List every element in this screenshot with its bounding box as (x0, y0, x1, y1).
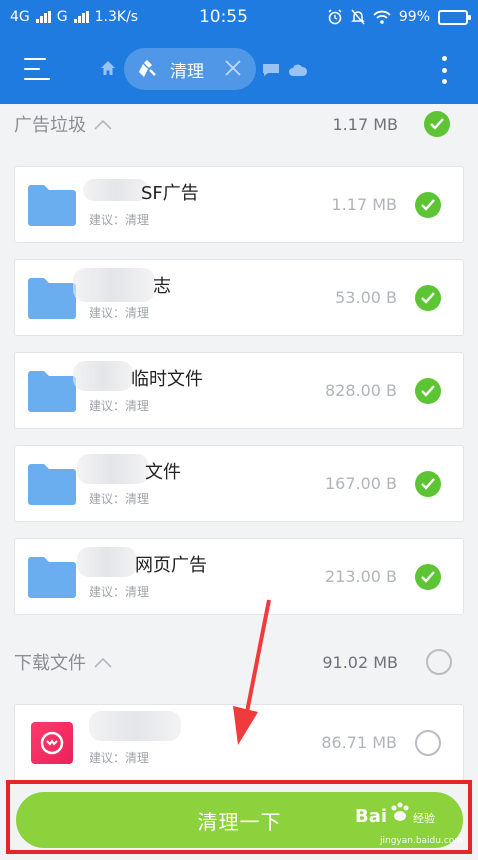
chevron-up-icon[interactable] (94, 657, 112, 669)
tab-clean[interactable]: 清理 (124, 48, 256, 90)
checkmark-icon (421, 199, 435, 211)
folder-icon (28, 371, 76, 412)
section-title: 广告垃圾 (14, 115, 86, 136)
item-size: 167.00 B (324, 474, 397, 493)
item-checkbox[interactable] (415, 378, 441, 404)
item-name: 志 (153, 276, 171, 297)
cloud-icon[interactable] (288, 63, 308, 77)
tab-clean-label: 清理 (170, 61, 204, 82)
status-right: 99% (327, 9, 471, 25)
blurred-text (73, 268, 155, 302)
item-name: 网页广告 (135, 555, 207, 576)
item-size: 213.00 B (324, 567, 397, 586)
item-checkbox[interactable] (415, 192, 441, 218)
folder-icon (28, 557, 76, 598)
checkmark-icon (421, 385, 435, 397)
close-icon[interactable] (224, 59, 242, 77)
network-speed: 1.3K/s (94, 9, 139, 25)
more-options-icon[interactable] (440, 56, 448, 84)
wifi-icon (373, 10, 391, 24)
chevron-up-icon[interactable] (94, 119, 112, 131)
network-type-2: G (56, 9, 68, 25)
list-item[interactable]: 临时文件 建议：清理 828.00 B (14, 352, 464, 429)
battery-percent: 99% (398, 9, 430, 25)
blurred-text (77, 454, 149, 484)
mute-bell-icon (351, 9, 365, 25)
item-name: 临时文件 (131, 369, 203, 390)
checkmark-icon (421, 478, 435, 490)
item-hint: 建议：清理 (89, 399, 150, 413)
checkmark-icon (421, 292, 435, 304)
blurred-text (83, 179, 149, 201)
message-icon[interactable] (262, 63, 280, 77)
item-checkbox[interactable] (415, 471, 441, 497)
app-logo-icon (40, 731, 64, 755)
status-left: 4G G 1.3K/s (10, 9, 180, 25)
status-time: 10:55 (198, 7, 248, 27)
signal-bars-icon (73, 11, 89, 23)
item-checkbox[interactable] (415, 730, 441, 756)
item-size: 53.00 B (335, 288, 397, 307)
baidu-watermark: Bai 经验 (355, 802, 435, 827)
watermark-brand-end: 经验 (413, 812, 436, 825)
section-header-ad-junk[interactable]: 广告垃圾 1.17 MB (0, 104, 478, 144)
signal-bars-icon (35, 11, 51, 23)
folder-icon (28, 464, 76, 505)
item-name: 文件 (145, 462, 181, 483)
broom-icon (139, 60, 156, 77)
watermark-brand: Bai (355, 806, 388, 827)
list-item[interactable]: 文件 建议：清理 167.00 B (14, 445, 464, 522)
list-item[interactable]: 建议：清理 86.71 MB (14, 704, 464, 781)
item-hint: 建议：清理 (89, 213, 150, 227)
paw-icon (391, 802, 409, 821)
list-item[interactable]: 网页广告 建议：清理 213.00 B (14, 538, 464, 615)
home-icon[interactable] (100, 60, 116, 76)
item-checkbox[interactable] (415, 564, 441, 590)
blurred-text (77, 547, 137, 577)
item-hint: 建议：清理 (89, 492, 150, 506)
checkmark-icon (430, 118, 444, 130)
item-size: 86.71 MB (321, 733, 397, 752)
status-bar: 4G G 1.3K/s 10:55 99% (0, 0, 478, 34)
section-size: 1.17 MB (332, 114, 399, 134)
section-title: 下载文件 (14, 653, 86, 674)
watermark-url: jingyan.baidu.com (380, 836, 464, 846)
blurred-text (73, 361, 133, 391)
list-item[interactable]: SF广告 建议：清理 1.17 MB (14, 166, 464, 243)
list-item[interactable]: 志 建议：清理 53.00 B (14, 259, 464, 336)
item-checkbox[interactable] (415, 285, 441, 311)
item-hint: 建议：清理 (89, 306, 150, 320)
folder-icon (28, 278, 76, 319)
network-type-1: 4G (10, 9, 30, 25)
item-size: 828.00 B (324, 381, 397, 400)
app-icon (31, 722, 73, 764)
checkmark-icon (421, 571, 435, 583)
item-name: SF广告 (141, 183, 199, 204)
menu-icon[interactable] (24, 58, 50, 80)
section-checkbox[interactable] (426, 649, 452, 675)
item-size: 1.17 MB (331, 195, 398, 214)
section-checkbox[interactable] (424, 111, 450, 137)
section-header-downloads[interactable]: 下载文件 91.02 MB (0, 642, 478, 682)
battery-icon (438, 9, 471, 25)
section-size: 91.02 MB (322, 652, 398, 672)
alarm-icon (328, 9, 342, 25)
item-hint: 建议：清理 (89, 751, 150, 765)
folder-icon (28, 185, 76, 226)
toolbar: 清理 (0, 34, 478, 104)
blurred-text (89, 711, 181, 741)
item-hint: 建议：清理 (89, 585, 150, 599)
